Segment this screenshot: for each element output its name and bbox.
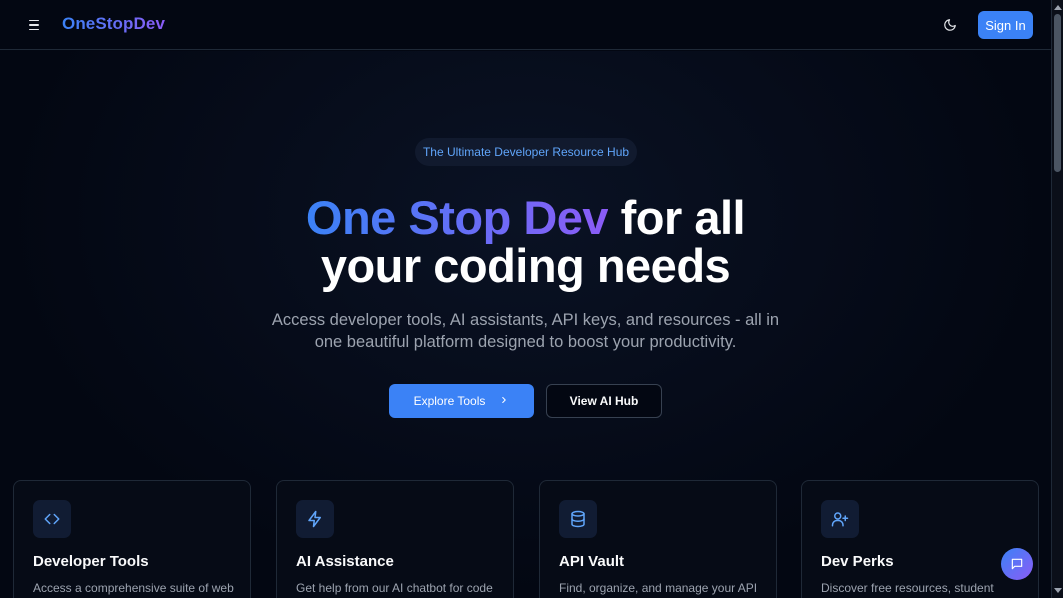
code-icon [33,500,71,538]
feature-card-developer-tools[interactable]: Developer Tools Access a comprehensive s… [13,480,251,598]
card-title: Developer Tools [33,553,149,570]
chevron-right-icon [499,394,509,408]
scroll-down-icon[interactable] [1054,588,1062,593]
card-title: Dev Perks [821,553,894,570]
headline-brand: One Stop Dev [305,191,609,244]
sign-in-button[interactable]: Sign In [978,11,1033,39]
card-title: API Vault [559,553,625,570]
hero-headline: One Stop Dev for all your coding needs [0,194,1051,290]
hero-badge: The Ultimate Developer Resource Hub [415,138,637,166]
user-plus-icon [821,500,859,538]
feature-card-dev-perks[interactable]: Dev Perks Discover free resources, stude… [801,480,1039,598]
view-ai-hub-button[interactable]: View AI Hub [546,384,662,418]
card-description: Access a comprehensive suite of web [33,581,234,595]
headline-line2: your coding needs [320,239,731,292]
page-scrollbar[interactable] [1051,0,1063,598]
top-navbar: OneStopDev Sign In [0,0,1051,50]
moon-icon[interactable] [940,15,960,35]
explore-tools-button[interactable]: Explore Tools [389,384,534,418]
lightning-icon [296,500,334,538]
explore-tools-label: Explore Tools [413,394,486,408]
chat-bubble-icon[interactable] [1001,548,1033,580]
feature-card-ai-assistance[interactable]: AI Assistance Get help from our AI chatb… [276,480,514,598]
card-title: AI Assistance [296,553,394,570]
card-description: Discover free resources, student [821,581,994,595]
scroll-up-icon[interactable] [1054,5,1062,10]
site-logo[interactable]: OneStopDev [62,14,165,34]
database-icon [559,500,597,538]
headline-rest: for all [608,191,746,244]
card-description: Get help from our AI chatbot for code [296,581,493,595]
menu-icon[interactable] [24,15,44,35]
card-description: Find, organize, and manage your API [559,581,758,595]
scrollbar-thumb[interactable] [1054,14,1061,172]
hero-subtext: Access developer tools, AI assistants, A… [271,311,780,351]
feature-card-api-vault[interactable]: API Vault Find, organize, and manage you… [539,480,777,598]
